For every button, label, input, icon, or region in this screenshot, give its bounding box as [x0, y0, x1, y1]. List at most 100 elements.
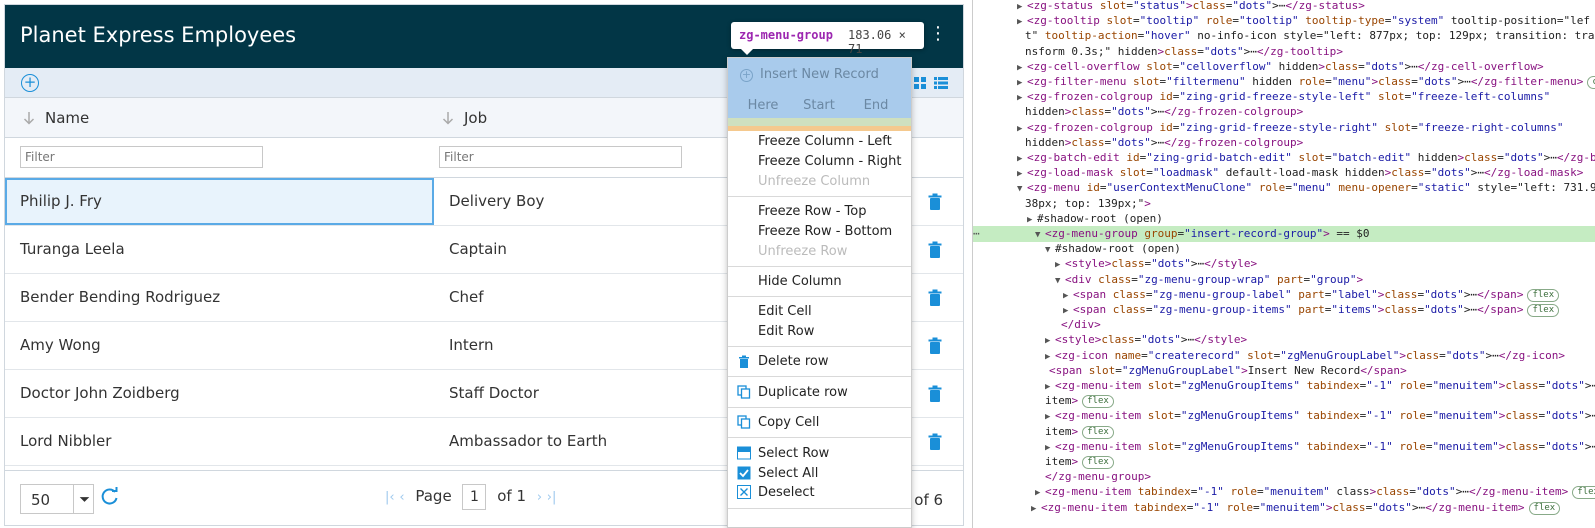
refresh-icon[interactable]	[100, 486, 120, 506]
delete-row-icon[interactable]	[928, 337, 942, 355]
column-header-job[interactable]: Job	[464, 98, 487, 138]
dom-node-line[interactable]: ▼ <zg-menu id="userContextMenuClone" role…	[973, 180, 1595, 196]
row-layout-icon[interactable]	[934, 77, 948, 89]
dom-node-line[interactable]: ▶ <zg-icon name="createrecord" slot="zgMe…	[973, 348, 1595, 364]
layout-badge[interactable]: flex	[1572, 486, 1595, 500]
dom-node-line[interactable]: hidden>class="dots">⋯</zg-frozen-colgrou…	[973, 104, 1595, 120]
job-cell[interactable]: Staff Doctor	[434, 370, 734, 417]
edit-cell-item[interactable]: Edit Cell	[758, 304, 812, 319]
dom-node-line[interactable]: </zg-menu-group>	[973, 469, 1595, 485]
name-cell[interactable]: Turanga Leela	[5, 226, 434, 273]
edit-row-item[interactable]: Edit Row	[758, 324, 814, 339]
hide-column-item[interactable]: Hide Column	[758, 274, 842, 289]
freeze-row-top-item[interactable]: Freeze Row - Top	[758, 204, 866, 219]
delete-row-icon[interactable]	[928, 385, 942, 403]
insert-here-item[interactable]: Here	[737, 95, 789, 117]
dom-node-line[interactable]: ▶ <zg-menu-item tabindex="-1" role="menui…	[973, 484, 1595, 500]
dom-node-line[interactable]: item> flex	[973, 393, 1595, 409]
dom-node-line[interactable]: ▶ <zg-frozen-colgroup id="zing-grid-freez…	[973, 120, 1595, 136]
name-filter-input[interactable]: Filter	[20, 146, 263, 168]
duplicate-row-item[interactable]: Duplicate row	[758, 385, 848, 400]
freeze-row-bottom-item[interactable]: Freeze Row - Bottom	[758, 224, 892, 239]
dom-node-line[interactable]: ▶ <span class="zg-menu-group-items" part=…	[973, 302, 1595, 318]
insert-end-item[interactable]: End	[849, 95, 903, 117]
select-all-item[interactable]: Select All	[758, 466, 818, 481]
layout-badge[interactable]: container	[1587, 76, 1595, 89]
sort-arrow-icon[interactable]	[442, 111, 454, 125]
delete-row-item[interactable]: Delete row	[758, 354, 829, 369]
delete-row-icon[interactable]	[928, 289, 942, 307]
copy-cell-item[interactable]: Copy Cell	[758, 415, 819, 430]
dom-node-line[interactable]: ▶ <zg-load-mask slot="loadmask" default-l…	[973, 165, 1595, 181]
layout-badge[interactable]: flex	[1528, 501, 1561, 515]
checkbox-checked-icon	[737, 466, 751, 480]
delete-row-icon[interactable]	[928, 433, 942, 451]
page-input[interactable]: 1	[462, 484, 487, 510]
dom-node-line[interactable]: ▼ <div class="zg-menu-group-wrap" part="g…	[973, 272, 1595, 288]
layout-badge[interactable]: flex	[1082, 425, 1114, 439]
dom-node-line[interactable]: ▶ <zg-menu-item tabindex="-1" role="menui…	[973, 500, 1595, 516]
dom-node-line[interactable]: item> flex	[973, 454, 1595, 470]
expand-triangle-icon[interactable]: ▶	[1031, 502, 1041, 518]
name-cell[interactable]: Amy Wong	[5, 322, 434, 369]
margin-band	[728, 126, 911, 131]
dom-node-line[interactable]: t" tooltip-action="hover" no-info-icon s…	[973, 28, 1595, 44]
job-cell[interactable]: Chef	[434, 274, 734, 321]
name-cell[interactable]: Bender Bending Rodriguez	[5, 274, 434, 321]
job-cell[interactable]: Ambassador to Earth	[434, 418, 734, 465]
dropdown-arrow-icon[interactable]	[73, 485, 95, 513]
dom-node-line[interactable]: ▶ <zg-frozen-colgroup id="zing-grid-freez…	[973, 89, 1595, 105]
layout-badge[interactable]: flex	[1527, 304, 1560, 317]
dom-node-line[interactable]: 38px; top: 139px;">	[973, 196, 1595, 212]
dom-node-line[interactable]: ▼ #shadow-root (open)	[973, 241, 1595, 257]
unfreeze-column-item[interactable]: Unfreeze Column	[758, 174, 870, 189]
delete-row-icon[interactable]	[928, 241, 942, 259]
sort-arrow-icon[interactable]	[23, 111, 35, 125]
dom-node-line[interactable]: item> flex	[973, 424, 1595, 440]
dom-node-line[interactable]: ▶ <style>class="dots">⋯</style>	[973, 332, 1595, 348]
job-filter-input[interactable]: Filter	[439, 146, 682, 168]
layout-badge[interactable]: flex	[1082, 456, 1114, 469]
last-page-icon[interactable]: ›|	[547, 490, 557, 505]
delete-row-icon[interactable]	[928, 193, 942, 211]
next-page-icon[interactable]: ›	[537, 490, 542, 505]
dom-node-line[interactable]: hidden>class="dots">⋯</zg-frozen-colgrou…	[973, 135, 1595, 151]
layout-badge[interactable]: flex	[1527, 288, 1560, 302]
job-cell[interactable]: Captain	[434, 226, 734, 273]
add-record-icon[interactable]: +	[21, 74, 39, 92]
dom-node-line[interactable]: ▶ <zg-menu-item slot="zgMenuGroupItems" t…	[973, 378, 1595, 394]
dom-node-line[interactable]: </div>	[973, 317, 1595, 333]
card-layout-icon[interactable]	[914, 77, 926, 89]
freeze-column-left-item[interactable]: Freeze Column - Left	[758, 134, 892, 149]
dom-node-line[interactable]: ▶ <zg-menu-item slot="zgMenuGroupItems" t…	[973, 439, 1595, 455]
layout-badge[interactable]: flex	[1082, 395, 1114, 409]
job-cell[interactable]: Delivery Boy	[434, 178, 734, 225]
dom-node-line[interactable]: ▶ <zg-menu-item slot="zgMenuGroupItems" t…	[973, 408, 1595, 424]
dom-node-line[interactable]: <span slot="zgMenuGroupLabel">Insert New…	[973, 363, 1595, 379]
dom-node-line[interactable]: ▶ <zg-status slot="status">class="dots">⋯…	[973, 0, 1595, 14]
dom-node-text: <zg-frozen-colgroup id="zing-grid-freeze…	[1027, 120, 1564, 134]
dom-node-line[interactable]: ▶ <zg-batch-edit id="zing-grid-batch-edit…	[973, 150, 1595, 166]
dom-node-line[interactable]: ▶ #shadow-root (open)	[973, 211, 1595, 227]
dom-node-line[interactable]: ▶ <zg-tooltip slot="tooltip" role="toolti…	[973, 13, 1595, 29]
deselect-item[interactable]: Deselect	[758, 485, 815, 500]
unfreeze-row-item[interactable]: Unfreeze Row	[758, 244, 847, 259]
name-cell[interactable]: Philip J. Fry	[5, 178, 434, 225]
dom-node-line[interactable]: ▶ <zg-cell-overflow slot="celloverflow" h…	[973, 59, 1595, 75]
name-cell[interactable]: Doctor John Zoidberg	[5, 370, 434, 417]
more-vertical-icon[interactable]: ⋮	[929, 25, 947, 43]
name-cell[interactable]: Lord Nibbler	[5, 418, 434, 465]
dom-node-line[interactable]: ▶ <zg-filter-menu slot="filtermenu" hidde…	[973, 74, 1595, 90]
select-row-item[interactable]: Select Row	[758, 446, 829, 461]
dom-node-line[interactable]: nsform 0.3s;" hidden>class="dots">⋯</zg-…	[973, 44, 1595, 60]
job-cell[interactable]: Intern	[434, 322, 734, 369]
dom-node-line[interactable]: ▶ <style>class="dots">⋯</style>	[973, 256, 1595, 272]
freeze-column-right-item[interactable]: Freeze Column - Right	[758, 154, 902, 169]
page-size-select[interactable]: 50	[20, 484, 94, 514]
prev-page-icon[interactable]: ‹	[399, 490, 404, 505]
dom-node-line[interactable]: ▶ <span class="zg-menu-group-label" part=…	[973, 287, 1595, 303]
first-page-icon[interactable]: |‹	[385, 490, 395, 505]
insert-start-item[interactable]: Start	[792, 95, 846, 117]
column-header-name[interactable]: Name	[45, 98, 89, 138]
selected-dom-node-line[interactable]: ⋯ ▼ <zg-menu-group group="insert-record-gr…	[973, 226, 1595, 242]
